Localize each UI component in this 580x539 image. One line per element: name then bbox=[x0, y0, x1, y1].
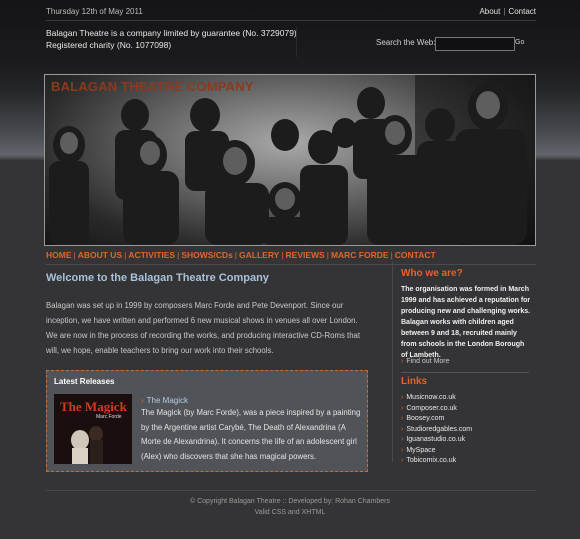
nav-marc-forde[interactable]: MARC FORDE bbox=[331, 250, 389, 260]
page-title: Welcome to the Balagan Theatre Company bbox=[46, 272, 269, 284]
charity-registration: Registered charity (No. 1077098) bbox=[46, 40, 172, 50]
copyright-text: © Copyright Balagan Theatre :: Developed… bbox=[190, 498, 390, 505]
link-label: MySpace bbox=[406, 446, 436, 454]
bullet-icon: › bbox=[401, 404, 404, 412]
nav-activities[interactable]: ACTIVITIES bbox=[128, 250, 175, 260]
links-heading: Links bbox=[401, 376, 428, 387]
link-label: Studioredgables.com bbox=[406, 425, 473, 433]
sidebar-divider bbox=[401, 372, 529, 373]
the-magick-link[interactable]: › The Magick bbox=[141, 396, 188, 405]
banner-title: BALAGAN THEATRE COMPANY bbox=[51, 79, 254, 94]
the-magick-cover[interactable]: The Magick Marc Forde bbox=[54, 394, 132, 464]
find-out-more-label: Find out More bbox=[406, 358, 450, 365]
who-we-are-text: The organisation was formed in March 199… bbox=[401, 286, 531, 359]
latest-releases-panel: Latest Releases The Magick Marc Forde › T… bbox=[46, 370, 368, 472]
link-tobicomix[interactable]: › Tobicomix.co.uk bbox=[401, 456, 472, 467]
link-myspace[interactable]: › MySpace bbox=[401, 446, 472, 457]
release-description: The Magick (by Marc Forde), was a piece … bbox=[141, 408, 361, 461]
link-label: Boosey.com bbox=[406, 415, 445, 422]
footer-divider bbox=[46, 490, 536, 491]
link-studioredgables[interactable]: › Studioredgables.com bbox=[401, 425, 472, 436]
go-button[interactable]: Go bbox=[515, 39, 524, 46]
cover-author: Marc Forde bbox=[96, 414, 122, 420]
top-divider bbox=[46, 20, 536, 21]
links-list: › Musicnow.co.uk › Composer.co.uk › Boosey.… bbox=[401, 393, 472, 467]
latest-releases-heading: Latest Releases bbox=[54, 377, 115, 386]
company-registration: Balagan Theatre is a company limited by … bbox=[46, 28, 297, 38]
bullet-icon: › bbox=[401, 415, 404, 422]
nav-reviews[interactable]: REVIEWS bbox=[286, 250, 325, 260]
sidebar: Who we are? The organisation was formed … bbox=[392, 262, 533, 464]
link-iguanastudio[interactable]: › Iguanastudio.co.uk bbox=[401, 435, 472, 446]
link-label: Iguanastudio.co.uk bbox=[406, 436, 466, 443]
link-musicnow[interactable]: › Musicnow.co.uk bbox=[401, 393, 472, 404]
nav-home[interactable]: HOME bbox=[46, 250, 72, 260]
nav-gallery[interactable]: GALLERY bbox=[239, 250, 279, 260]
bullet-icon: › bbox=[401, 436, 404, 443]
search-label: Search the Web: bbox=[376, 38, 436, 47]
link-label: Composer.co.uk bbox=[406, 404, 457, 412]
about-link[interactable]: About bbox=[479, 7, 500, 16]
intro-paragraph: Balagan was set up in 1999 by composers … bbox=[46, 301, 361, 355]
cover-title: The Magick bbox=[60, 399, 127, 414]
bullet-icon: › bbox=[141, 396, 144, 405]
link-label: Musicnow.co.uk bbox=[406, 394, 456, 401]
bullet-icon: › bbox=[401, 446, 404, 454]
current-date: Thursday 12th of May 2011 bbox=[46, 7, 143, 16]
link-label: Tobicomix.co.uk bbox=[406, 457, 457, 464]
find-out-more-link[interactable]: › Find out More bbox=[401, 358, 450, 365]
link-boosey[interactable]: › Boosey.com bbox=[401, 414, 472, 425]
search-input[interactable] bbox=[435, 37, 515, 51]
nav-shows-cds[interactable]: SHOWS/CDs bbox=[181, 250, 232, 260]
main-navigation: HOME | ABOUT US | ACTIVITIES | SHOWS/CDs | GALLE… bbox=[46, 250, 436, 260]
company-info: Balagan Theatre is a company limited by … bbox=[46, 27, 306, 51]
top-links: About | Contact bbox=[479, 7, 536, 16]
validation-text[interactable]: Valid CSS and XHTML bbox=[0, 509, 580, 516]
bullet-icon: › bbox=[401, 425, 404, 433]
nav-contact[interactable]: CONTACT bbox=[395, 250, 436, 260]
bullet-icon: › bbox=[401, 394, 404, 401]
children-group-photo bbox=[49, 75, 535, 245]
the-magick-link-label: The Magick bbox=[146, 396, 189, 405]
banner-image: BALAGAN THEATRE COMPANY bbox=[44, 74, 536, 246]
nav-about-us[interactable]: ABOUT US bbox=[78, 250, 122, 260]
bullet-icon: › bbox=[401, 358, 404, 365]
link-composer[interactable]: › Composer.co.uk bbox=[401, 404, 472, 415]
who-we-are-heading: Who we are? bbox=[401, 268, 463, 279]
contact-link[interactable]: Contact bbox=[508, 7, 536, 16]
bullet-icon: › bbox=[401, 457, 404, 464]
header-divider bbox=[296, 27, 297, 57]
